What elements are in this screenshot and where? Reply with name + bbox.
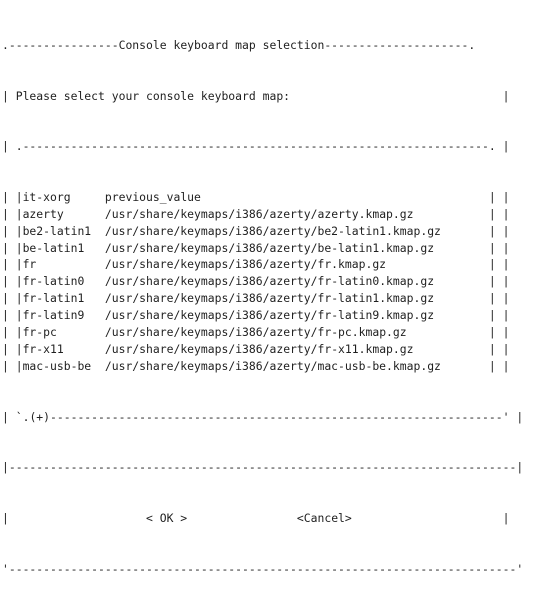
dialog-bottom-border: '---------------------------------------… [2, 561, 524, 576]
keymap-list[interactable]: | |it-xorg previous_value | | | |azerty /… [2, 189, 523, 375]
dialog-separator: |---------------------------------------… [2, 460, 524, 475]
list-row-left-border: | | [2, 291, 23, 306]
keymap-name: fr-pc [22, 325, 57, 340]
keymap-path: /usr/share/keymaps/i386/azerty/be-latin1… [104, 240, 435, 255]
keymap-name: fr-latin9 [22, 308, 85, 323]
keymap-path: /usr/share/keymaps/i386/azerty/mac-usb-b… [104, 358, 441, 373]
keymap-path: /usr/share/keymaps/i386/azerty/fr-pc.kma… [104, 325, 407, 340]
keymap-name: mac-usb-be [22, 358, 92, 373]
keymap-name: fr [22, 257, 37, 272]
list-item[interactable]: | |fr-x11 /usr/share/keymaps/i386/azerty… [2, 341, 523, 358]
keymap-path: /usr/share/keymaps/i386/azerty/fr-latin1… [104, 291, 435, 306]
keymap-name: it-xorg [22, 189, 71, 204]
keymap-path: /usr/share/keymaps/i386/azerty/fr-latin9… [104, 308, 435, 323]
list-item[interactable]: | |be-latin1 /usr/share/keymaps/i386/aze… [2, 240, 523, 257]
list-row-right-border: | | [413, 341, 510, 356]
list-row-right-border: | | [200, 189, 510, 204]
list-row-right-border: | | [434, 240, 510, 255]
dialog-top-border: .----------------Console keyboard map se… [2, 37, 476, 52]
list-item[interactable]: | |fr-latin0 /usr/share/keymaps/i386/aze… [2, 273, 523, 290]
list-row-left-border: | | [2, 274, 23, 289]
list-row-right-border: | | [434, 274, 510, 289]
dialog-prompt-row: | Please select your console keyboard ma… [2, 88, 510, 103]
button-row: | < OK > <Cancel> | [2, 510, 510, 525]
list-row-left-border: | | [2, 257, 23, 272]
list-row-right-border: | | [434, 308, 510, 323]
keymap-path: previous_value [104, 189, 201, 204]
console-keyboard-map-dialog: .----------------Console keyboard map se… [2, 3, 523, 594]
keymap-path: /usr/share/keymaps/i386/azerty/fr-latin0… [104, 274, 435, 289]
list-row-left-border: | | [2, 308, 23, 323]
list-row-right-border: | | [440, 358, 510, 373]
list-row-right-border: | | [386, 257, 510, 272]
list-bottom-border: | `.(+)---------------------------------… [2, 409, 524, 424]
list-item[interactable]: | |azerty /usr/share/keymaps/i386/azerty… [2, 206, 523, 223]
list-item[interactable]: | |it-xorg previous_value | | [2, 189, 523, 206]
list-row-left-border: | | [2, 206, 23, 221]
cancel-button[interactable]: <Cancel> [297, 511, 352, 525]
dialog-title: Console keyboard map selection [118, 37, 325, 52]
list-item[interactable]: | |be2-latin1 /usr/share/keymaps/i386/az… [2, 223, 523, 240]
list-item[interactable]: | |fr-latin1 /usr/share/keymaps/i386/aze… [2, 290, 523, 307]
keymap-name: be-latin1 [22, 240, 85, 255]
list-item[interactable]: | |fr-latin9 /usr/share/keymaps/i386/aze… [2, 307, 523, 324]
keymap-path: /usr/share/keymaps/i386/azerty/fr-x11.km… [104, 341, 414, 356]
list-row-left-border: | | [2, 223, 23, 238]
dialog-prompt: Please select your console keyboard map: [15, 88, 291, 103]
list-row-left-border: | | [2, 189, 23, 204]
list-row-left-border: | | [2, 325, 23, 340]
keymap-path: /usr/share/keymaps/i386/azerty/azerty.km… [104, 206, 414, 221]
list-top-border: | .-------------------------------------… [2, 139, 510, 154]
list-row-right-border: | | [434, 291, 510, 306]
list-row-left-border: | | [2, 358, 23, 373]
list-item[interactable]: | |fr /usr/share/keymaps/i386/azerty/fr.… [2, 256, 523, 273]
keymap-name: fr-latin1 [22, 291, 85, 306]
list-row-left-border: | | [2, 341, 23, 356]
keymap-name: azerty [22, 206, 64, 221]
list-item[interactable]: | |fr-pc /usr/share/keymaps/i386/azerty/… [2, 324, 523, 341]
ok-button[interactable]: < OK > [146, 511, 187, 525]
list-row-right-border: | | [413, 206, 510, 221]
keymap-name: fr-latin0 [22, 274, 85, 289]
keymap-name: be2-latin1 [22, 223, 92, 238]
list-item[interactable]: | |mac-usb-be /usr/share/keymaps/i386/az… [2, 358, 523, 375]
keymap-path: /usr/share/keymaps/i386/azerty/be2-latin… [104, 223, 441, 238]
list-row-right-border: | | [440, 223, 510, 238]
list-row-left-border: | | [2, 240, 23, 255]
scroll-indicator: (+) [29, 409, 51, 424]
list-row-right-border: | | [406, 325, 510, 340]
keymap-name: fr-x11 [22, 341, 64, 356]
keymap-path: /usr/share/keymaps/i386/azerty/fr.kmap.g… [104, 257, 387, 272]
